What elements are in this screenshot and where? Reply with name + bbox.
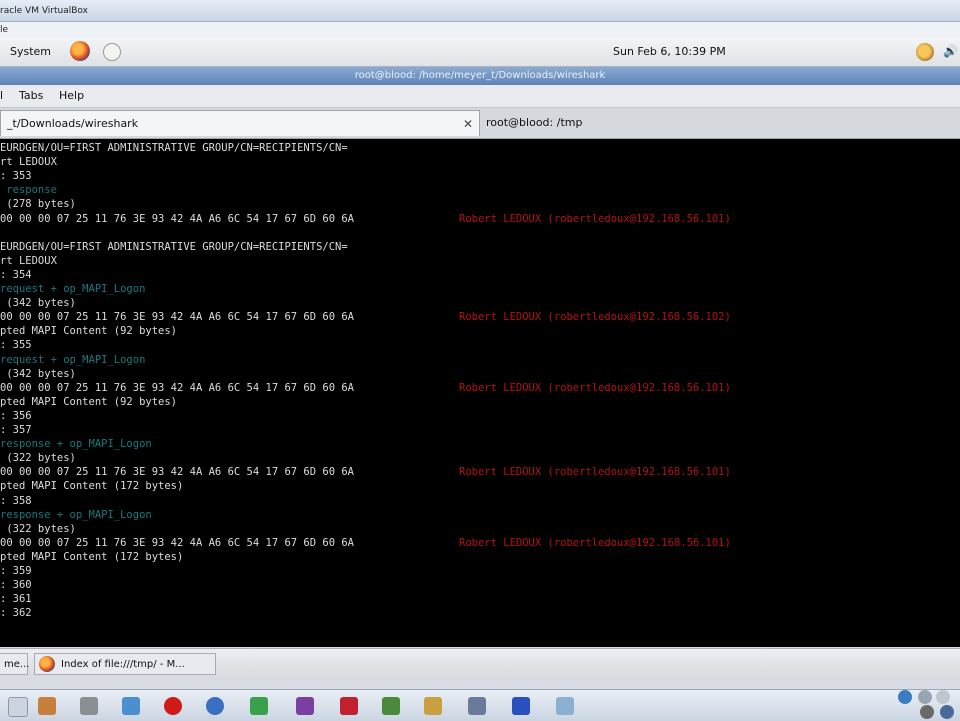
terminal-line: : 362 bbox=[0, 607, 32, 620]
firefox-icon[interactable] bbox=[70, 41, 90, 61]
virtualbox-icon[interactable] bbox=[512, 697, 530, 715]
terminal-line: (342 bytes) bbox=[0, 297, 76, 310]
terminal-line: 00 00 00 07 25 11 76 3E 93 42 4A A6 6C 5… bbox=[0, 381, 355, 394]
terminal-menu-bar: l Tabs Help bbox=[0, 85, 960, 108]
terminal-line: : 354 bbox=[0, 268, 32, 281]
sender-address: Robert LEDOUX (robertledoux@192.168.56.1… bbox=[459, 381, 731, 394]
start-icon[interactable] bbox=[8, 697, 28, 717]
tray-display-icon[interactable] bbox=[940, 705, 954, 719]
terminal-line: : 353 bbox=[0, 170, 32, 183]
folder-icon[interactable] bbox=[424, 697, 442, 715]
tab-label: _t/Downloads/wireshark bbox=[7, 117, 139, 130]
task-label: Index of file:///tmp/ - M... bbox=[61, 659, 185, 670]
gnome-bottom-panel: me... Index of file:///tmp/ - M... bbox=[0, 648, 960, 679]
terminal-line: EURDGEN/OU=FIRST ADMINISTRATIVE GROUP/CN… bbox=[0, 240, 348, 253]
terminal-line: pted MAPI Content (92 bytes) bbox=[0, 395, 178, 408]
mail-icon[interactable] bbox=[103, 43, 121, 61]
tab-tmp[interactable]: root@blood: /tmp bbox=[480, 110, 960, 136]
sender-address: Robert LEDOUX (robertledoux@192.168.56.1… bbox=[459, 212, 731, 225]
terminal-line: 00 00 00 07 25 11 76 3E 93 42 4A A6 6C 5… bbox=[0, 311, 355, 324]
terminal-line: 00 00 00 07 25 11 76 3E 93 42 4A A6 6C 5… bbox=[0, 466, 355, 479]
menu-terminal[interactable]: l bbox=[0, 85, 3, 107]
app-icon[interactable] bbox=[296, 697, 314, 715]
settings-icon[interactable] bbox=[468, 697, 486, 715]
terminal-line: : 355 bbox=[0, 339, 32, 352]
tab-wireshark[interactable]: _t/Downloads/wireshark ✕ bbox=[0, 110, 480, 136]
vbox-menu-bar: le bbox=[0, 22, 960, 39]
terminal-line: EURDGEN/OU=FIRST ADMINISTRATIVE GROUP/CN… bbox=[0, 142, 348, 154]
chrome-icon[interactable] bbox=[206, 697, 224, 715]
terminal-line: (342 bytes) bbox=[0, 367, 76, 380]
sender-address: Robert LEDOUX (robertledoux@192.168.56.1… bbox=[459, 466, 731, 479]
vbox-title-bar: racle VM VirtualBox bbox=[0, 0, 960, 22]
terminal-line: response + op_MAPI_Logon bbox=[0, 438, 152, 451]
terminal-output[interactable]: EURDGEN/OU=FIRST ADMINISTRATIVE GROUP/CN… bbox=[0, 139, 960, 647]
menu-tabs[interactable]: Tabs bbox=[19, 85, 43, 107]
terminal-line: response bbox=[0, 184, 57, 197]
terminal-line: : 360 bbox=[0, 579, 32, 592]
terminal-line: (322 bytes) bbox=[0, 452, 76, 465]
terminal-line: response + op_MAPI_Logon bbox=[0, 508, 152, 521]
terminal-line: rt LEDOUX bbox=[0, 156, 57, 169]
explorer-icon[interactable] bbox=[122, 697, 140, 715]
screen-icon[interactable] bbox=[556, 697, 574, 715]
tray-speaker-icon[interactable] bbox=[920, 705, 934, 719]
opera-icon[interactable] bbox=[164, 697, 182, 715]
task-label: me... bbox=[4, 659, 30, 670]
terminal-title-bar: root@blood: /home/meyer_t/Downloads/wire… bbox=[0, 67, 960, 85]
firefox-icon[interactable] bbox=[38, 697, 56, 715]
tray-network-icon[interactable] bbox=[898, 690, 912, 704]
terminal-line: pted MAPI Content (92 bytes) bbox=[0, 325, 178, 338]
terminal-title: root@blood: /home/meyer_t/Downloads/wire… bbox=[354, 70, 606, 81]
host-taskbar bbox=[0, 689, 960, 721]
gnome-top-panel: System Sun Feb 6, 10:39 PM 🔊 bbox=[0, 38, 960, 67]
update-notifier-icon[interactable] bbox=[916, 43, 934, 61]
sender-address: Robert LEDOUX (robertledoux@192.168.56.1… bbox=[459, 536, 731, 549]
vbox-title: racle VM VirtualBox bbox=[0, 6, 88, 16]
terminal-line: 00 00 00 07 25 11 76 3E 93 42 4A A6 6C 5… bbox=[0, 536, 355, 549]
terminal-line: rt LEDOUX bbox=[0, 254, 57, 267]
terminal-icon[interactable] bbox=[80, 697, 98, 715]
terminal-line: : 361 bbox=[0, 593, 32, 606]
terminal-line: (322 bytes) bbox=[0, 522, 76, 535]
task-terminal[interactable]: me... bbox=[0, 653, 30, 675]
system-menu[interactable]: System bbox=[10, 45, 51, 58]
terminal-line: pted MAPI Content (172 bytes) bbox=[0, 480, 184, 493]
task-firefox[interactable]: Index of file:///tmp/ - M... bbox=[34, 653, 216, 675]
terminal-line: : 357 bbox=[0, 424, 32, 436]
close-icon[interactable]: ✕ bbox=[463, 111, 473, 137]
terminal-line: request + op_MAPI_Logon bbox=[0, 283, 146, 295]
volume-icon[interactable]: 🔊 bbox=[943, 44, 958, 58]
tray-help-icon[interactable] bbox=[918, 690, 932, 704]
terminal-line: 00 00 00 07 25 11 76 3E 93 42 4A A6 6C 5… bbox=[0, 212, 355, 225]
bug-icon[interactable] bbox=[340, 697, 358, 715]
sender-address: Robert LEDOUX (robertledoux@192.168.56.1… bbox=[459, 311, 731, 324]
tools-icon[interactable] bbox=[382, 697, 400, 715]
tab-label: root@blood: /tmp bbox=[486, 116, 583, 129]
terminal-line: pted MAPI Content (172 bytes) bbox=[0, 550, 184, 563]
terminal-line: : 356 bbox=[0, 409, 32, 422]
terminal-tab-bar: _t/Downloads/wireshark ✕ root@blood: /tm… bbox=[0, 108, 960, 139]
network-icon[interactable] bbox=[250, 697, 268, 715]
panel-clock[interactable]: Sun Feb 6, 10:39 PM bbox=[613, 45, 726, 58]
tray-icon[interactable] bbox=[936, 690, 950, 704]
terminal-line: : 358 bbox=[0, 494, 32, 507]
vbox-menu-file[interactable]: le bbox=[0, 25, 8, 35]
firefox-icon bbox=[39, 656, 55, 672]
terminal-line: request + op_MAPI_Logon bbox=[0, 353, 146, 366]
terminal-line: (278 bytes) bbox=[0, 198, 76, 211]
menu-help[interactable]: Help bbox=[59, 85, 84, 107]
terminal-line: : 359 bbox=[0, 565, 32, 577]
